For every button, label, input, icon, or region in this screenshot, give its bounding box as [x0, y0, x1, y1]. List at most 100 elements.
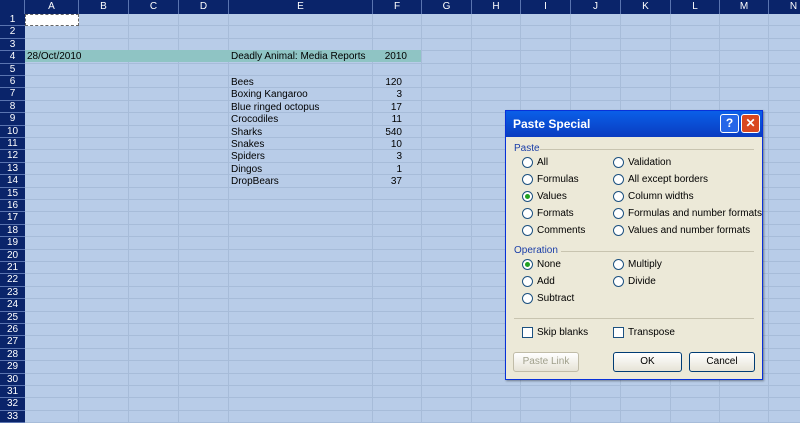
column-header-i[interactable]: I	[521, 0, 571, 14]
cell-animal-name[interactable]: Bees	[231, 77, 254, 89]
row-header-25[interactable]: 25	[0, 311, 25, 324]
cell-animal-name[interactable]: DropBears	[231, 176, 279, 188]
help-button[interactable]: ?	[720, 114, 739, 133]
row-header-33[interactable]: 33	[0, 410, 25, 423]
cell-animal-count[interactable]: 37	[372, 176, 402, 188]
column-header-g[interactable]: G	[422, 0, 472, 14]
cell-animal-name[interactable]: Sharks	[231, 127, 262, 139]
row-header-1[interactable]: 1	[0, 14, 25, 27]
radio-button[interactable]	[613, 276, 624, 287]
cell-a1-selection[interactable]	[25, 14, 79, 26]
radio-button[interactable]	[522, 191, 533, 202]
row-header-4[interactable]: 4	[0, 51, 25, 64]
row-header-11[interactable]: 11	[0, 138, 25, 151]
radio-button[interactable]	[613, 174, 624, 185]
row-header-23[interactable]: 23	[0, 286, 25, 300]
cancel-button[interactable]: Cancel	[689, 352, 755, 372]
row-number: 27	[6, 336, 19, 348]
row-header-19[interactable]: 19	[0, 237, 25, 250]
column-header-j[interactable]: J	[571, 0, 621, 14]
row-header-15[interactable]: 15	[0, 187, 25, 200]
column-header-e[interactable]: E	[229, 0, 373, 14]
row-header-22[interactable]: 22	[0, 274, 25, 287]
column-header-k[interactable]: K	[621, 0, 671, 14]
row-header-6[interactable]: 6	[0, 76, 25, 89]
cell-animal-name[interactable]: Blue ringed octopus	[231, 102, 319, 114]
radio-button[interactable]	[522, 276, 533, 287]
row-number: 13	[6, 162, 19, 174]
row-header-26[interactable]: 26	[0, 324, 25, 337]
cell-e4-title[interactable]: Deadly Animal: Media Reports	[231, 51, 366, 63]
dialog-title-bar[interactable]: Paste Special ? ✕	[506, 111, 762, 137]
column-header-n[interactable]: N	[769, 0, 800, 14]
radio-button[interactable]	[613, 157, 624, 168]
row-header-21[interactable]: 21	[0, 262, 25, 275]
column-header-l[interactable]: L	[671, 0, 720, 14]
cell-f4-year[interactable]: 2010	[372, 51, 407, 63]
row-header-32[interactable]: 32	[0, 398, 25, 411]
row-header-29[interactable]: 29	[0, 361, 25, 374]
column-header-c[interactable]: C	[129, 0, 179, 14]
cell-animal-name[interactable]: Boxing Kangaroo	[231, 89, 308, 101]
column-header-m[interactable]: M	[720, 0, 769, 14]
row-header-12[interactable]: 12	[0, 150, 25, 163]
ok-button[interactable]: OK	[613, 352, 682, 372]
row-header-27[interactable]: 27	[0, 336, 25, 349]
radio-button[interactable]	[522, 259, 533, 270]
radio-button[interactable]	[613, 225, 624, 236]
cell-a4-date[interactable]: 28/Oct/2010	[27, 51, 81, 63]
cell-animal-count[interactable]: 3	[372, 151, 402, 163]
row-header-20[interactable]: 20	[0, 249, 25, 262]
row-header-3[interactable]: 3	[0, 38, 25, 52]
column-header-d[interactable]: D	[179, 0, 229, 14]
cell-animal-count[interactable]: 10	[372, 139, 402, 151]
radio-button[interactable]	[613, 259, 624, 270]
column-header-f[interactable]: F	[373, 0, 422, 14]
row-header-24[interactable]: 24	[0, 299, 25, 312]
close-button[interactable]: ✕	[741, 114, 760, 133]
row-header-10[interactable]: 10	[0, 125, 25, 138]
radio-button[interactable]	[522, 208, 533, 219]
row-header-8[interactable]: 8	[0, 100, 25, 114]
row-header-31[interactable]: 31	[0, 386, 25, 399]
cell-animal-count[interactable]: 540	[372, 127, 402, 139]
cell-animal-count[interactable]: 11	[372, 114, 402, 126]
row-header-5[interactable]: 5	[0, 63, 25, 76]
cell-animal-count[interactable]: 120	[372, 77, 402, 89]
cell-animal-count[interactable]: 1	[372, 164, 402, 176]
cell-animal-count[interactable]: 17	[372, 102, 402, 114]
cell-animal-name[interactable]: Dingos	[231, 164, 262, 176]
row-header-7[interactable]: 7	[0, 88, 25, 101]
radio-button[interactable]	[522, 225, 533, 236]
row-header-28[interactable]: 28	[0, 348, 25, 362]
column-header-h[interactable]: H	[472, 0, 521, 14]
row-header-18[interactable]: 18	[0, 224, 25, 238]
row-header-9[interactable]: 9	[0, 113, 25, 126]
row-header-2[interactable]: 2	[0, 26, 25, 39]
cell-animal-count[interactable]: 3	[372, 89, 402, 101]
paste-link-button[interactable]: Paste Link	[513, 352, 579, 372]
row-number: 32	[6, 398, 19, 410]
checkbox-box[interactable]	[522, 327, 533, 338]
radio-button[interactable]	[522, 293, 533, 304]
row-number: 29	[6, 361, 19, 373]
cell-animal-name[interactable]: Spiders	[231, 151, 265, 163]
row-header-16[interactable]: 16	[0, 200, 25, 213]
paste-special-dialog: Paste Special ? ✕ Paste All Formulas Value…	[505, 110, 763, 380]
column-header-a[interactable]: A	[25, 0, 79, 14]
column-header-b[interactable]: B	[79, 0, 129, 14]
cell-animal-name[interactable]: Crocodiles	[231, 114, 278, 126]
cell-animal-name[interactable]: Snakes	[231, 139, 264, 151]
radio-button[interactable]	[613, 208, 624, 219]
radio-button[interactable]	[613, 191, 624, 202]
row-number: 4	[9, 51, 16, 63]
row-header-30[interactable]: 30	[0, 373, 25, 386]
row-header-17[interactable]: 17	[0, 212, 25, 225]
select-all-corner[interactable]	[0, 0, 25, 14]
checkbox-box[interactable]	[613, 327, 624, 338]
row-number: 12	[6, 150, 19, 162]
radio-button[interactable]	[522, 174, 533, 185]
radio-button[interactable]	[522, 157, 533, 168]
row-header-13[interactable]: 13	[0, 162, 25, 176]
row-header-14[interactable]: 14	[0, 175, 25, 188]
